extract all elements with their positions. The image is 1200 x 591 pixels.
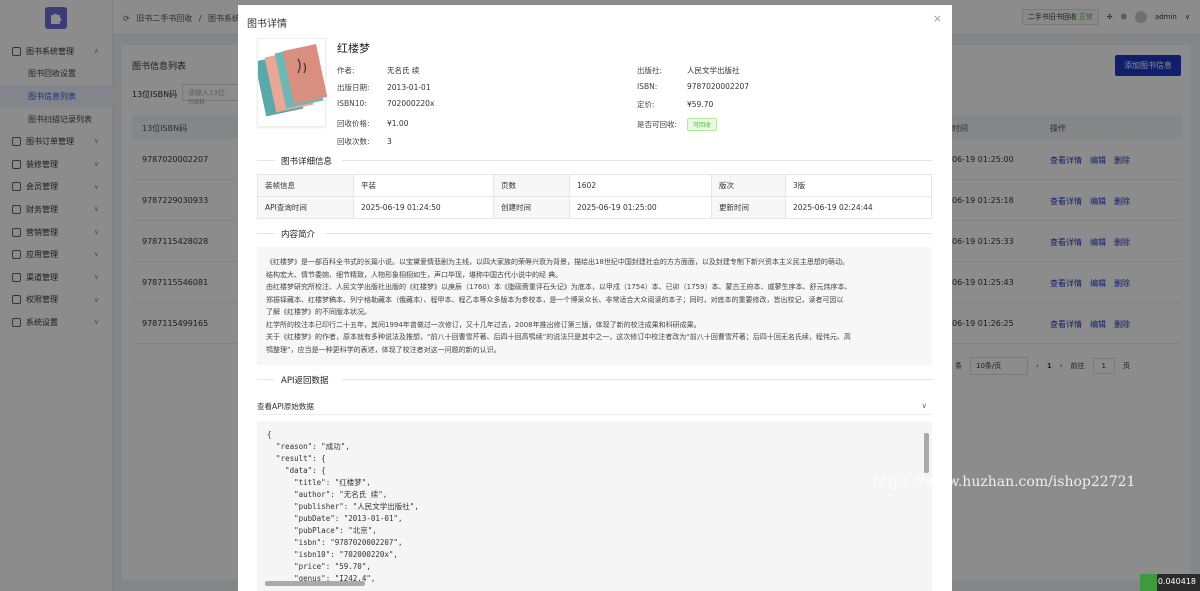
code-line: "genus": "I242.4", bbox=[267, 574, 376, 583]
code-line: { bbox=[267, 430, 272, 439]
table-row: 装帧信息 平装 页数 1602 版次 3版 bbox=[257, 174, 932, 197]
horizontal-scrollbar[interactable] bbox=[265, 581, 365, 586]
info-key: 是否可回收: bbox=[637, 120, 678, 129]
table-row: API查询时间 2025-06-19 01:24:50 创建时间 2025-06… bbox=[257, 196, 932, 219]
section-title: 图书详细信息 bbox=[281, 157, 333, 167]
intro-line: 结构宏大、情节委婉、细节精致，人物形象栩栩如生，声口毕现，堪称中国古代小说中的经… bbox=[266, 270, 563, 279]
info-value: ¥1.00 bbox=[387, 119, 409, 128]
detail-table: 装帧信息 平装 页数 1602 版次 3版 API查询时间 2025-06-19… bbox=[257, 174, 932, 219]
section-header-intro: 内容简介 bbox=[257, 228, 932, 240]
book-introduction: 《红楼梦》是一部百科全书式的长篇小说。以宝黛爱情悲剧为主线，以四大家族的荣辱兴衰… bbox=[257, 247, 932, 365]
info-author: 作者: 无名氏 续 bbox=[337, 65, 419, 76]
intro-line: 鹗整理”，应当是一种更科学的表述，体现了校注者对这一问题的新的认识。 bbox=[266, 345, 501, 354]
code-line: "isbn": "9787020002207", bbox=[267, 538, 403, 547]
info-pubdate: 出版日期: 2013-01-01 bbox=[337, 82, 431, 93]
dialog-title: 图书详情 bbox=[247, 19, 287, 30]
info-price: 定价: ¥59.70 bbox=[637, 99, 713, 110]
info-publisher: 出版社: 人民文学出版社 bbox=[637, 65, 740, 76]
cell-value: 1602 bbox=[569, 174, 712, 197]
intro-line: 《红楼梦》是一部百科全书式的长篇小说。以宝黛爱情悲剧为主线，以四大家族的荣辱兴衰… bbox=[266, 258, 849, 266]
cell-label: API查询时间 bbox=[257, 196, 354, 219]
api-toggle-label: 查看API原始数据 bbox=[257, 402, 314, 411]
close-icon[interactable]: × bbox=[933, 12, 942, 25]
info-key: 出版社: bbox=[637, 66, 663, 75]
book-cover-image bbox=[254, 38, 328, 127]
cell-label: 版次 bbox=[711, 174, 786, 197]
info-key: 定价: bbox=[637, 100, 655, 109]
cell-value: 2025-06-19 01:25:00 bbox=[569, 196, 712, 219]
code-line: "price": "59.70", bbox=[267, 562, 371, 571]
cell-label: 页数 bbox=[493, 174, 570, 197]
info-value: 人民文学出版社 bbox=[687, 66, 740, 75]
cell-value: 2025-06-19 01:24:50 bbox=[353, 196, 494, 219]
code-line: "pubDate": "2013-01-01", bbox=[267, 514, 403, 523]
corner-icon bbox=[1140, 574, 1157, 591]
cell-value: 2025-06-19 02:24:44 bbox=[785, 196, 932, 219]
section-header-api: API返回数据 bbox=[257, 374, 932, 386]
intro-line: 了解《红楼梦》的不同版本状况。 bbox=[266, 308, 371, 316]
info-key: 回收价格: bbox=[337, 119, 370, 128]
info-value: ¥59.70 bbox=[687, 100, 714, 109]
intro-line: 郑振铎藏本、红楼梦稿本、列宁格勒藏本（俄藏本）、程甲本、程乙本等众多版本为参校本… bbox=[266, 295, 844, 304]
info-key: ISBN10: bbox=[337, 99, 367, 108]
book-title: 红楼梦 bbox=[337, 42, 370, 55]
code-line: "author": "无名氏 续", bbox=[267, 490, 388, 499]
info-key: 回收次数: bbox=[337, 137, 370, 146]
cell-value: 3版 bbox=[785, 174, 932, 197]
status-badge: 可回收 bbox=[687, 118, 718, 131]
info-recycle-count: 回收次数: 3 bbox=[337, 136, 392, 147]
code-line: "result": { bbox=[267, 454, 326, 463]
code-line: "data": { bbox=[267, 466, 326, 475]
corner-widget: 0.040418 bbox=[1140, 574, 1200, 591]
code-line: "pubPlace": "北京", bbox=[267, 526, 377, 535]
info-key: 出版日期: bbox=[337, 83, 370, 92]
info-value: 3 bbox=[387, 137, 392, 146]
section-title: API返回数据 bbox=[281, 376, 329, 386]
section-header-detail: 图书详细信息 bbox=[257, 155, 932, 167]
info-key: ISBN: bbox=[637, 82, 658, 91]
intro-line: 关于《红楼梦》的作者，原本就有多种说法及推想，“前八十回曹雪芹著、后四十回高鹗续… bbox=[266, 333, 851, 341]
info-isbn10: ISBN10: 702000220x bbox=[337, 99, 434, 108]
cell-label: 更新时间 bbox=[711, 196, 786, 219]
api-json-viewer: { "reason": "成功", "result": { "data": { … bbox=[257, 421, 932, 591]
info-recycle-price: 回收价格: ¥1.00 bbox=[337, 118, 408, 129]
cell-label: 装帧信息 bbox=[257, 174, 354, 197]
api-data-toggle[interactable]: 查看API原始数据 ∨ bbox=[257, 395, 932, 415]
info-value: 9787020002207 bbox=[687, 82, 750, 91]
code-line: "title": "红楼梦", bbox=[267, 478, 371, 487]
intro-line: 红学所的校注本已印行二十五年，其间1994年曾做过一次修订，又十几年过去，200… bbox=[266, 320, 701, 329]
cell-label: 创建时间 bbox=[493, 196, 570, 219]
chevron-down-icon[interactable]: ∨ bbox=[922, 401, 928, 410]
code-line: "isbn10": "702000220x", bbox=[267, 550, 398, 559]
vertical-scrollbar[interactable] bbox=[924, 433, 929, 473]
info-value: 2013-01-01 bbox=[387, 83, 431, 92]
corner-value: 0.040418 bbox=[1157, 577, 1196, 586]
info-isbn: ISBN: 9787020002207 bbox=[637, 82, 749, 91]
info-value: 702000220x bbox=[387, 99, 435, 108]
cell-value: 平装 bbox=[353, 174, 494, 197]
book-detail-dialog: 图书详情 × 红楼梦 作者: 无名氏 续 出版日期: 2013-01-01 ISBN… bbox=[238, 5, 952, 591]
intro-line: 由红楼梦研究所校注、人民文学出版社出版的《红楼梦》以庚辰（1760）本《脂砚斋重… bbox=[266, 283, 852, 291]
section-title: 内容简介 bbox=[281, 230, 316, 240]
info-recyclable: 是否可回收: 可回收 bbox=[637, 118, 718, 131]
info-key: 作者: bbox=[337, 66, 355, 75]
watermark-text: https://www.huzhan.com/ishop22721 bbox=[873, 474, 1136, 490]
code-line: "publisher": "人民文学出版社", bbox=[267, 502, 419, 511]
info-value: 无名氏 续 bbox=[387, 66, 420, 75]
code-line: "reason": "成功", bbox=[267, 442, 350, 451]
